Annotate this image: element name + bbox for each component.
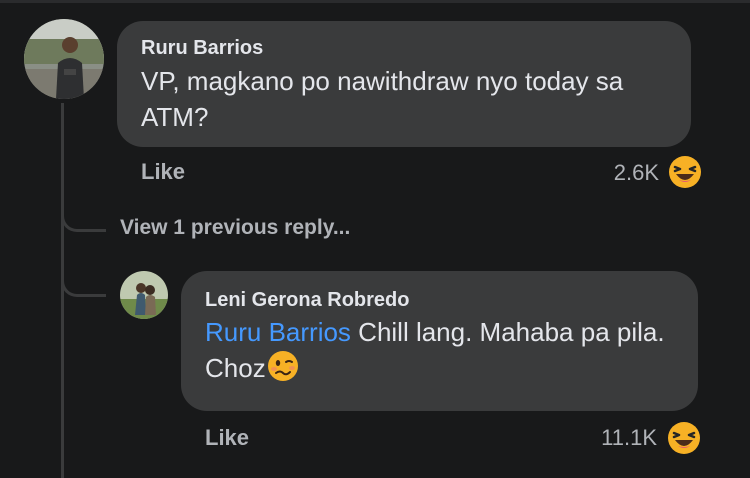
reply-like-button[interactable]: Like [205, 425, 249, 451]
thread-branch-view-more [61, 190, 106, 232]
comment-reaction-count[interactable]: 2.6K [614, 160, 659, 186]
reply-author-name[interactable]: Leni Gerona Robredo [205, 289, 409, 312]
woozy-face-emoji-icon [267, 350, 299, 391]
avatar[interactable] [24, 19, 104, 99]
reply-reaction-count[interactable]: 11.1K [601, 425, 657, 451]
top-divider [0, 0, 750, 3]
comment-author-name[interactable]: Ruru Barrios [141, 37, 263, 60]
comment-text: VP, magkano po nawithdraw nyo today sa A… [141, 66, 624, 132]
avatar[interactable] [120, 271, 168, 319]
thread-branch-reply [61, 260, 106, 297]
laughing-emoji-icon[interactable] [668, 155, 702, 189]
view-previous-replies-link[interactable]: View 1 previous reply... [120, 216, 350, 240]
reply-text: Ruru Barrios Chill lang. Mahaba pa pila.… [205, 314, 685, 391]
mention-link[interactable]: Ruru Barrios [205, 317, 351, 347]
comment-like-button[interactable]: Like [141, 159, 185, 185]
laughing-emoji-icon[interactable] [667, 421, 701, 455]
